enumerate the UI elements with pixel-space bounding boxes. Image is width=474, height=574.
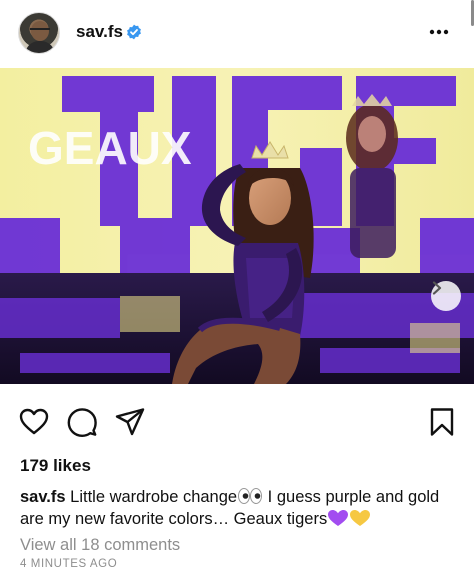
avatar-body-shape — [25, 41, 55, 53]
purple-heart-emoji-icon — [328, 510, 349, 526]
username[interactable]: sav.fs — [76, 22, 123, 42]
send-icon[interactable] — [114, 406, 146, 438]
geaux-text: GEAUX — [28, 122, 192, 174]
bookmark-icon[interactable] — [426, 406, 458, 438]
caption-username[interactable]: sav.fs — [20, 488, 66, 506]
avatar-glasses-shape — [30, 28, 50, 33]
yellow-heart-emoji-icon — [350, 510, 371, 526]
next-photo-button[interactable] — [431, 281, 461, 311]
photo-illustration: GEAUX — [0, 68, 474, 384]
post-photo[interactable]: GEAUX — [0, 68, 474, 384]
post-timestamp: 4 MINUTES AGO — [20, 558, 118, 570]
caption: sav.fs Little wardrobe change I guess pu… — [20, 486, 440, 530]
heart-icon[interactable] — [18, 406, 50, 438]
post-header: sav.fs — [0, 0, 474, 66]
screen-reflection-figure — [346, 94, 398, 258]
avatar[interactable] — [18, 12, 60, 54]
eyes-emoji-icon — [238, 488, 263, 504]
view-comments-link[interactable]: View all 18 comments — [20, 536, 180, 555]
more-options-icon[interactable] — [428, 22, 450, 42]
likes-count[interactable]: 179 likes — [20, 456, 91, 476]
verified-badge-icon — [127, 24, 141, 40]
comment-icon[interactable] — [66, 406, 98, 438]
chevron-right-icon — [432, 281, 442, 295]
action-bar — [0, 400, 474, 444]
caption-text-1: Little wardrobe change — [65, 488, 238, 506]
